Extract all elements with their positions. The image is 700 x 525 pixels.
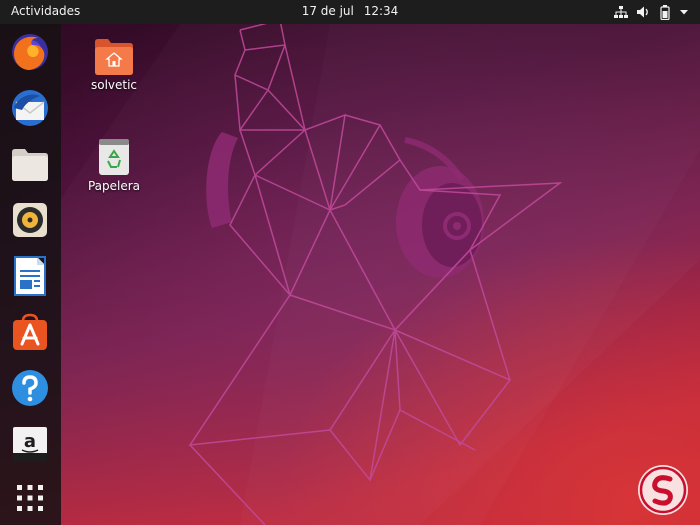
desktop-icon-home-folder[interactable]: solvetic [74, 36, 154, 92]
network-icon[interactable] [612, 3, 630, 21]
thunderbird-icon[interactable] [8, 86, 52, 130]
top-bar: Actividades 17 de jul 12:34 [0, 0, 700, 24]
clock-time: 12:34 [363, 4, 399, 18]
system-tray[interactable] [612, 3, 690, 21]
ubuntu-software-icon[interactable] [8, 310, 52, 354]
desktop-screen: Actividades 17 de jul 12:34 a solvetic P… [0, 0, 700, 525]
system-menu-arrow-icon[interactable] [678, 3, 690, 21]
volume-icon[interactable] [634, 3, 652, 21]
help-icon[interactable] [8, 366, 52, 410]
clock-button[interactable]: 17 de jul 12:34 [0, 4, 700, 18]
desktop-icon-trash[interactable]: Papelera [74, 137, 154, 193]
trash-icon [99, 139, 129, 175]
show-applications-icon[interactable] [8, 476, 52, 520]
libreoffice-writer-icon[interactable] [8, 254, 52, 298]
desktop-icon-label: solvetic [90, 78, 138, 92]
dock: a [0, 24, 61, 525]
battery-icon[interactable] [656, 3, 674, 21]
files-icon[interactable] [8, 142, 52, 186]
amazon-icon[interactable]: a [8, 422, 52, 466]
desktop-icon-label: Papelera [87, 179, 141, 193]
svg-text:a: a [24, 431, 36, 452]
clock-date: 17 de jul [301, 4, 354, 18]
firefox-icon[interactable] [8, 30, 52, 74]
home-folder-icon [95, 39, 133, 75]
solvetic-logo-icon [638, 465, 688, 515]
rhythmbox-icon[interactable] [8, 198, 52, 242]
